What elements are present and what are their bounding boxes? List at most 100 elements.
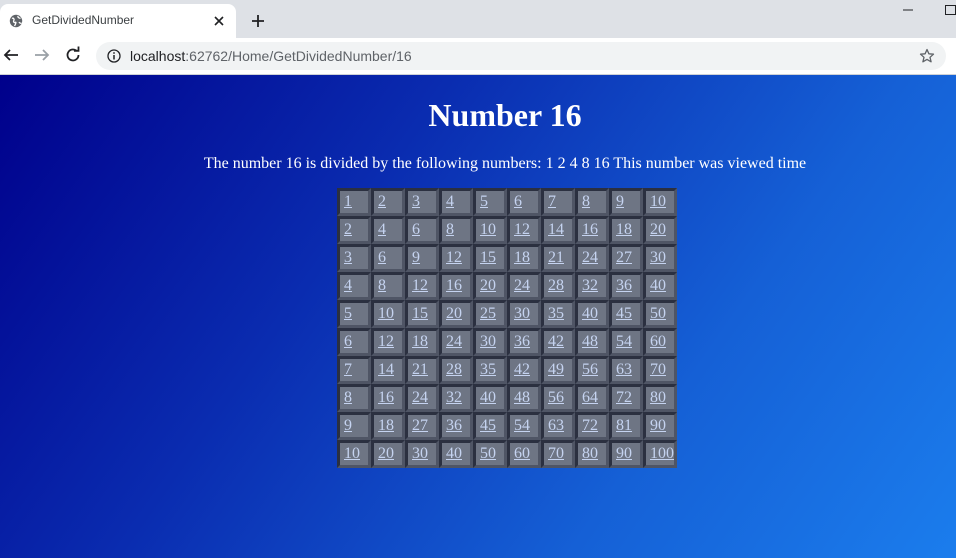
number-link[interactable]: 4 (378, 221, 386, 238)
number-link[interactable]: 56 (548, 389, 564, 406)
number-link[interactable]: 14 (548, 221, 564, 238)
number-link[interactable]: 48 (514, 389, 530, 406)
number-link[interactable]: 4 (446, 193, 454, 210)
number-link[interactable]: 8 (446, 221, 454, 238)
number-link[interactable]: 14 (378, 361, 394, 378)
number-link[interactable]: 90 (650, 417, 666, 434)
browser-tab[interactable]: GetDividedNumber (0, 4, 236, 38)
number-link[interactable]: 3 (412, 193, 420, 210)
number-link[interactable]: 63 (616, 361, 632, 378)
number-link[interactable]: 28 (548, 277, 564, 294)
number-link[interactable]: 54 (616, 333, 632, 350)
number-link[interactable]: 81 (616, 417, 632, 434)
number-link[interactable]: 9 (344, 417, 352, 434)
number-link[interactable]: 10 (480, 221, 496, 238)
arrow-left-icon[interactable] (2, 46, 20, 64)
number-link[interactable]: 25 (480, 305, 496, 322)
number-link[interactable]: 15 (480, 249, 496, 266)
arrow-right-icon[interactable] (33, 46, 51, 64)
number-link[interactable]: 30 (480, 333, 496, 350)
number-link[interactable]: 35 (480, 361, 496, 378)
number-link[interactable]: 40 (480, 389, 496, 406)
maximize-icon[interactable] (944, 4, 956, 16)
number-link[interactable]: 32 (446, 389, 462, 406)
number-link[interactable]: 45 (616, 305, 632, 322)
number-link[interactable]: 2 (344, 221, 352, 238)
number-link[interactable]: 5 (480, 193, 488, 210)
number-link[interactable]: 28 (446, 361, 462, 378)
number-link[interactable]: 72 (582, 417, 598, 434)
number-link[interactable]: 90 (616, 445, 632, 462)
number-link[interactable]: 27 (412, 417, 428, 434)
number-link[interactable]: 18 (514, 249, 530, 266)
number-link[interactable]: 30 (650, 249, 666, 266)
number-link[interactable]: 24 (582, 249, 598, 266)
number-link[interactable]: 20 (650, 221, 666, 238)
number-link[interactable]: 45 (480, 417, 496, 434)
number-link[interactable]: 20 (446, 305, 462, 322)
number-link[interactable]: 9 (616, 193, 624, 210)
number-link[interactable]: 6 (412, 221, 420, 238)
number-link[interactable]: 40 (446, 445, 462, 462)
number-link[interactable]: 6 (378, 249, 386, 266)
number-link[interactable]: 40 (650, 277, 666, 294)
number-link[interactable]: 60 (650, 333, 666, 350)
plus-icon[interactable] (249, 12, 267, 30)
number-link[interactable]: 10 (344, 445, 360, 462)
number-link[interactable]: 49 (548, 361, 564, 378)
number-link[interactable]: 56 (582, 361, 598, 378)
number-link[interactable]: 3 (344, 249, 352, 266)
reload-icon[interactable] (64, 46, 82, 64)
number-link[interactable]: 64 (582, 389, 598, 406)
number-link[interactable]: 16 (446, 277, 462, 294)
number-link[interactable]: 20 (480, 277, 496, 294)
number-link[interactable]: 21 (412, 361, 428, 378)
number-link[interactable]: 8 (378, 277, 386, 294)
number-link[interactable]: 21 (548, 249, 564, 266)
number-link[interactable]: 4 (344, 277, 352, 294)
number-link[interactable]: 80 (582, 445, 598, 462)
number-link[interactable]: 15 (412, 305, 428, 322)
number-link[interactable]: 7 (344, 361, 352, 378)
number-link[interactable]: 70 (650, 361, 666, 378)
number-link[interactable]: 30 (514, 305, 530, 322)
number-link[interactable]: 16 (378, 389, 394, 406)
number-link[interactable]: 6 (344, 333, 352, 350)
number-link[interactable]: 10 (378, 305, 394, 322)
number-link[interactable]: 18 (616, 221, 632, 238)
number-link[interactable]: 80 (650, 389, 666, 406)
number-link[interactable]: 8 (344, 389, 352, 406)
number-link[interactable]: 27 (616, 249, 632, 266)
number-link[interactable]: 100 (650, 445, 674, 462)
number-link[interactable]: 10 (650, 193, 666, 210)
number-link[interactable]: 7 (548, 193, 556, 210)
number-link[interactable]: 42 (548, 333, 564, 350)
number-link[interactable]: 36 (616, 277, 632, 294)
number-link[interactable]: 8 (582, 193, 590, 210)
number-link[interactable]: 70 (548, 445, 564, 462)
number-link[interactable]: 36 (514, 333, 530, 350)
number-link[interactable]: 63 (548, 417, 564, 434)
number-link[interactable]: 32 (582, 277, 598, 294)
address-bar[interactable]: localhost:62762/Home/GetDividedNumber/16 (96, 42, 946, 70)
url-text[interactable]: localhost:62762/Home/GetDividedNumber/16 (130, 48, 412, 64)
number-link[interactable]: 50 (480, 445, 496, 462)
minimize-icon[interactable] (902, 4, 914, 16)
number-link[interactable]: 54 (514, 417, 530, 434)
number-link[interactable]: 6 (514, 193, 522, 210)
star-icon[interactable] (919, 48, 935, 64)
number-link[interactable]: 16 (582, 221, 598, 238)
number-link[interactable]: 12 (378, 333, 394, 350)
number-link[interactable]: 2 (378, 193, 386, 210)
number-link[interactable]: 42 (514, 361, 530, 378)
close-icon[interactable] (212, 14, 226, 28)
info-icon[interactable] (107, 49, 121, 63)
number-link[interactable]: 60 (514, 445, 530, 462)
number-link[interactable]: 35 (548, 305, 564, 322)
number-link[interactable]: 24 (412, 389, 428, 406)
number-link[interactable]: 50 (650, 305, 666, 322)
number-link[interactable]: 9 (412, 249, 420, 266)
number-link[interactable]: 12 (514, 221, 530, 238)
number-link[interactable]: 12 (412, 277, 428, 294)
number-link[interactable]: 18 (378, 417, 394, 434)
